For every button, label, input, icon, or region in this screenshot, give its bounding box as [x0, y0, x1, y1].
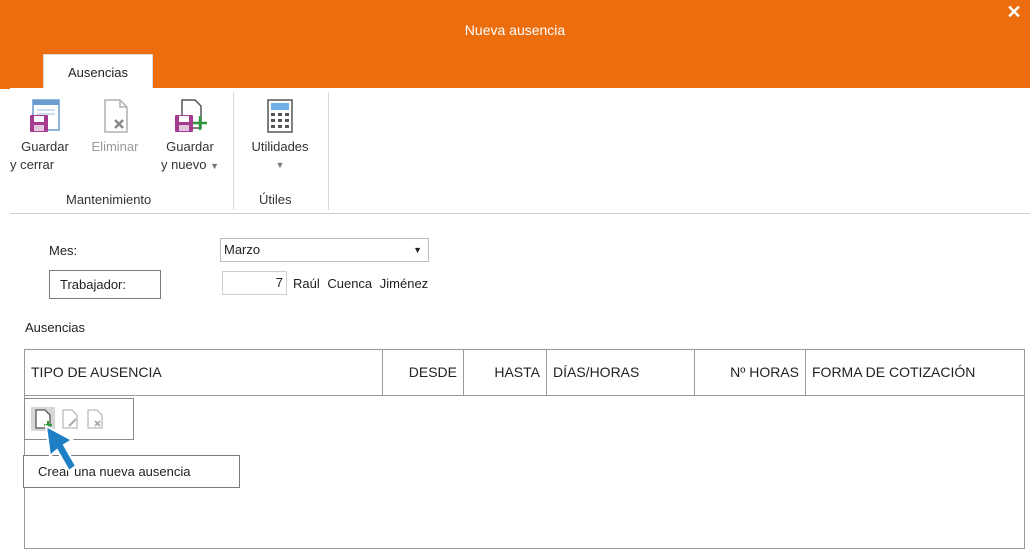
- save-new-label-2: y nuevo: [160, 157, 207, 172]
- title-bar: Nueva ausencia ✕ Ausencias: [0, 0, 1030, 89]
- group-label-mantenimiento: Mantenimiento: [66, 192, 152, 207]
- column-header-forma-cotizacion[interactable]: FORMA DE COTIZACIÓN: [806, 350, 1024, 395]
- absences-section-title: Ausencias: [25, 320, 85, 335]
- absences-grid: TIPO DE AUSENCIA DESDE HASTA DÍAS/HORAS …: [24, 349, 1025, 549]
- save-new-line2: y nuevo ▼: [150, 156, 230, 175]
- month-label: Mes:: [49, 243, 78, 258]
- worker-name: Raúl Cuenca Jiménez: [293, 276, 429, 291]
- save-and-new-button[interactable]: Guardar y nuevo ▼: [150, 88, 230, 175]
- save-new-line1: Guardar: [166, 139, 214, 154]
- column-header-desde[interactable]: DESDE: [383, 350, 464, 395]
- month-select[interactable]: Marzo ▼: [220, 238, 429, 262]
- group-label-utiles: Útiles: [259, 192, 292, 207]
- mouse-pointer-icon: [44, 424, 78, 473]
- column-header-dias-horas[interactable]: DÍAS/HORAS: [547, 350, 695, 395]
- month-select-value: Marzo: [224, 242, 261, 257]
- chevron-down-icon: ▼: [210, 161, 220, 171]
- delete-document-icon: [104, 99, 128, 133]
- window-title: Nueva ausencia: [464, 22, 566, 38]
- grid-header: TIPO DE AUSENCIA DESDE HASTA DÍAS/HORAS …: [25, 350, 1024, 396]
- calculator-icon: [267, 99, 293, 133]
- worker-code-input[interactable]: 7: [222, 271, 287, 295]
- delete-button[interactable]: Eliminar: [80, 88, 150, 156]
- column-header-hasta[interactable]: HASTA: [464, 350, 547, 395]
- group-divider: [233, 92, 234, 210]
- save-close-icon: [30, 99, 60, 132]
- save-close-line1: Guardar: [21, 139, 69, 154]
- save-new-icon: [175, 99, 207, 132]
- close-icon[interactable]: ✕: [1004, 2, 1024, 22]
- save-and-close-button[interactable]: Guardar y cerrar: [10, 88, 80, 174]
- column-header-n-horas[interactable]: Nº HORAS: [695, 350, 806, 395]
- tab-ausencias[interactable]: Ausencias: [43, 54, 153, 89]
- ribbon: Guardar y cerrar Eliminar Guardar y nuev…: [10, 88, 1030, 214]
- save-close-line2: y cerrar: [10, 157, 55, 172]
- chevron-down-icon: ▼: [275, 160, 285, 170]
- utilities-button[interactable]: Utilidades ▼: [240, 88, 320, 174]
- worker-button[interactable]: Trabajador:: [49, 270, 161, 299]
- column-header-tipo[interactable]: TIPO DE AUSENCIA: [25, 350, 383, 395]
- group-divider: [328, 92, 329, 210]
- dropdown-arrow-icon[interactable]: ▼: [413, 239, 422, 261]
- delete-label: Eliminar: [91, 139, 139, 154]
- utilities-label: Utilidades: [251, 139, 309, 154]
